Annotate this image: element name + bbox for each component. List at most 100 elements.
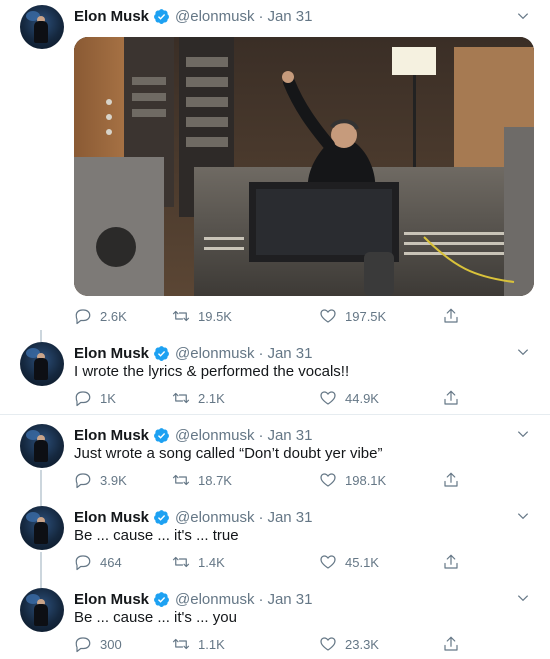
retweet-button[interactable]: 1.4K xyxy=(172,552,225,572)
thread-line xyxy=(40,330,42,342)
chevron-down-icon[interactable] xyxy=(516,427,530,441)
reply-icon xyxy=(75,637,91,653)
avatar[interactable] xyxy=(20,506,64,550)
tweet-text: Just wrote a song called “Don’t doubt ye… xyxy=(74,445,383,462)
reply-button[interactable]: 464 xyxy=(74,552,122,572)
reply-icon xyxy=(75,555,91,571)
reply-button[interactable]: 2.6K xyxy=(74,306,127,326)
reply-icon xyxy=(75,309,91,325)
tweet-date[interactable]: Jan 31 xyxy=(267,509,312,526)
verified-badge-icon xyxy=(154,345,169,361)
share-icon xyxy=(444,554,458,569)
retweet-icon xyxy=(172,392,190,404)
heart-icon xyxy=(320,637,336,651)
like-button[interactable]: 198.1K xyxy=(319,470,386,490)
separator-dot: · xyxy=(258,426,264,444)
verified-badge-icon xyxy=(154,8,169,24)
author-name[interactable]: Elon Musk xyxy=(74,8,149,25)
share-icon xyxy=(444,390,458,405)
retweet-count: 19.5K xyxy=(198,308,232,324)
like-count: 197.5K xyxy=(345,308,387,324)
share-button[interactable] xyxy=(442,388,468,408)
retweet-button[interactable]: 2.1K xyxy=(172,388,225,408)
author-name[interactable]: Elon Musk xyxy=(74,427,149,444)
tweet-text: I wrote the lyrics & performed the vocal… xyxy=(74,363,350,380)
heart-icon xyxy=(320,391,336,405)
like-count: 45.1K xyxy=(345,554,379,570)
chevron-down-icon[interactable] xyxy=(516,9,530,23)
tweet[interactable]: Elon Musk @elonmusk · Jan 31 Just wrote … xyxy=(0,424,550,496)
tweet-header: Elon Musk @elonmusk · Jan 31 xyxy=(74,507,313,527)
heart-icon xyxy=(320,555,336,569)
share-button[interactable] xyxy=(442,470,468,490)
chevron-down-icon[interactable] xyxy=(516,345,530,359)
reply-count: 2.6K xyxy=(100,308,127,324)
author-handle[interactable]: @elonmusk xyxy=(175,427,254,444)
tweet-date[interactable]: Jan 31 xyxy=(267,427,312,444)
tweet[interactable]: Elon Musk @elonmusk · Jan 31 2.6K 19.5K … xyxy=(0,0,550,330)
like-button[interactable]: 23.3K xyxy=(319,634,379,654)
retweet-count: 1.4K xyxy=(198,554,225,570)
avatar[interactable] xyxy=(20,588,64,632)
tweet-date[interactable]: Jan 31 xyxy=(267,591,312,608)
tweet-actions: 2.6K 19.5K 197.5K xyxy=(74,306,474,326)
separator-dot: · xyxy=(258,344,264,362)
retweet-button[interactable]: 18.7K xyxy=(172,470,232,490)
share-icon xyxy=(444,636,458,651)
author-name[interactable]: Elon Musk xyxy=(74,509,149,526)
reply-icon xyxy=(75,473,91,489)
retweet-icon xyxy=(172,556,190,568)
like-button[interactable]: 45.1K xyxy=(319,552,379,572)
avatar[interactable] xyxy=(20,424,64,468)
reply-count: 300 xyxy=(100,636,122,652)
author-handle[interactable]: @elonmusk xyxy=(175,345,254,362)
share-button[interactable] xyxy=(442,306,468,326)
tweet-divider xyxy=(0,414,550,415)
retweet-count: 1.1K xyxy=(198,636,225,652)
reply-button[interactable]: 300 xyxy=(74,634,122,654)
reply-icon xyxy=(75,391,91,407)
retweet-icon xyxy=(172,474,190,486)
share-button[interactable] xyxy=(442,634,468,654)
heart-icon xyxy=(320,473,336,487)
share-icon xyxy=(444,308,458,323)
tweet[interactable]: Elon Musk @elonmusk · Jan 31 Be ... caus… xyxy=(0,506,550,578)
retweet-button[interactable]: 1.1K xyxy=(172,634,225,654)
tweet[interactable]: Elon Musk @elonmusk · Jan 31 I wrote the… xyxy=(0,342,550,414)
like-button[interactable]: 197.5K xyxy=(319,306,386,326)
share-button[interactable] xyxy=(442,552,468,572)
like-count: 44.9K xyxy=(345,390,379,406)
verified-badge-icon xyxy=(154,509,169,525)
separator-dot: · xyxy=(258,7,264,25)
tweet-date[interactable]: Jan 31 xyxy=(267,345,312,362)
separator-dot: · xyxy=(258,508,264,526)
reply-count: 464 xyxy=(100,554,122,570)
verified-badge-icon xyxy=(154,427,169,443)
like-count: 198.1K xyxy=(345,472,387,488)
separator-dot: · xyxy=(258,590,264,608)
tweet-actions: 1K 2.1K 44.9K xyxy=(74,388,474,408)
reply-button[interactable]: 1K xyxy=(74,388,116,408)
retweet-count: 2.1K xyxy=(198,390,225,406)
like-button[interactable]: 44.9K xyxy=(319,388,379,408)
avatar[interactable] xyxy=(20,342,64,386)
tweet[interactable]: Elon Musk @elonmusk · Jan 31 Be ... caus… xyxy=(0,588,550,659)
chevron-down-icon[interactable] xyxy=(516,591,530,605)
reply-button[interactable]: 3.9K xyxy=(74,470,127,490)
author-name[interactable]: Elon Musk xyxy=(74,345,149,362)
heart-icon xyxy=(320,309,336,323)
tweet-text: Be ... cause ... it's ... true xyxy=(74,527,239,544)
tweet-date[interactable]: Jan 31 xyxy=(267,8,312,25)
reply-count: 3.9K xyxy=(100,472,127,488)
avatar[interactable] xyxy=(20,5,64,49)
author-handle[interactable]: @elonmusk xyxy=(175,8,254,25)
tweet-header: Elon Musk @elonmusk · Jan 31 xyxy=(74,425,313,445)
like-count: 23.3K xyxy=(345,636,379,652)
retweet-icon xyxy=(172,310,190,322)
author-handle[interactable]: @elonmusk xyxy=(175,509,254,526)
chevron-down-icon[interactable] xyxy=(516,509,530,523)
author-handle[interactable]: @elonmusk xyxy=(175,591,254,608)
author-name[interactable]: Elon Musk xyxy=(74,591,149,608)
retweet-button[interactable]: 19.5K xyxy=(172,306,232,326)
tweet-media-image[interactable] xyxy=(74,37,534,296)
